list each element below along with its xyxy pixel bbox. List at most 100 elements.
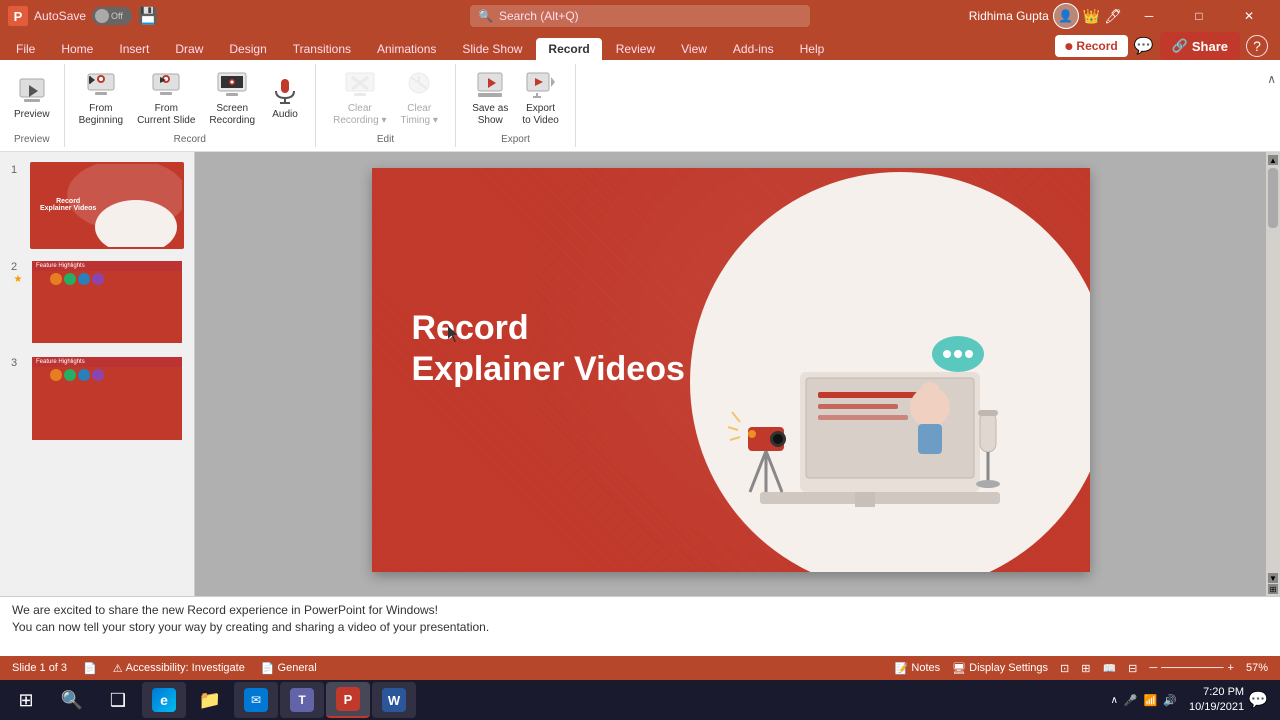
autosave-toggle[interactable]: Off <box>92 7 132 25</box>
taskbar-right: ∧ 🎤 📶 🔊 7:20 PM 10/19/2021 💬 <box>1103 685 1276 716</box>
preview-button[interactable]: Preview <box>8 71 56 125</box>
zoom-slider[interactable]: ─ ──────── + <box>1149 662 1234 674</box>
ribbon-collapse-button[interactable]: ∧ <box>1263 68 1280 90</box>
export-to-video-button[interactable]: Exportto Video <box>516 65 565 131</box>
audio-button[interactable]: Audio <box>263 71 307 125</box>
ribbon-group-preview: Preview Preview <box>0 64 65 147</box>
tab-insert[interactable]: Insert <box>107 38 161 60</box>
slide-title[interactable]: Record Explainer Videos <box>412 308 685 390</box>
notes-button[interactable]: 📝 Notes <box>895 662 940 675</box>
title-bar: P AutoSave Off 💾 🔍 Search (Alt+Q) Ridhim… <box>0 0 1280 32</box>
teams-button[interactable]: T <box>280 682 324 718</box>
ribbon-tabs: File Home Insert Draw Design Transitions… <box>0 32 1280 60</box>
taskbar-clock[interactable]: 7:20 PM 10/19/2021 <box>1189 685 1244 716</box>
slide-thumb-2[interactable]: 2 ★ Feature Highlights <box>8 257 186 348</box>
user-name: Ridhima Gupta <box>969 9 1049 23</box>
export-group-label: Export <box>501 132 530 147</box>
display-settings-button[interactable]: 🖥 Display Settings <box>952 662 1048 675</box>
screen-recording-label: ScreenRecording <box>209 103 255 127</box>
slide-thumb-3[interactable]: 3 Feature Highlights <box>8 353 186 444</box>
tab-transitions[interactable]: Transitions <box>281 38 363 60</box>
slide-star-2: ★ <box>14 274 23 285</box>
start-button[interactable]: ⊞ <box>4 682 48 718</box>
notes-section: We are excited to share the new Record e… <box>0 596 1280 656</box>
search-placeholder: Search (Alt+Q) <box>499 9 579 23</box>
comment-icon[interactable]: 💬 <box>1134 36 1154 56</box>
from-beginning-icon <box>85 69 117 101</box>
tab-review[interactable]: Review <box>604 38 667 60</box>
slide-notes-icon[interactable]: 📄 <box>83 662 97 675</box>
slide-thumb-1[interactable]: 1 RecordExplainer Videos <box>8 160 186 251</box>
tab-design[interactable]: Design <box>217 38 278 60</box>
share-button[interactable]: 🔗 Share <box>1160 32 1240 60</box>
chevron-up-icon[interactable]: ∧ <box>1111 695 1118 706</box>
slide-img-2[interactable]: Feature Highlights <box>30 259 184 346</box>
view-slide-sorter-button[interactable]: ⊞ <box>1081 662 1090 675</box>
status-bar: Slide 1 of 3 📄 ⚠ Accessibility: Investig… <box>0 656 1280 680</box>
slide-canvas[interactable]: Record Explainer Videos <box>372 168 1090 572</box>
word-button[interactable]: W <box>372 682 416 718</box>
clear-recording-button[interactable]: ClearRecording ▾ <box>327 65 392 131</box>
clear-recording-icon <box>344 69 376 101</box>
save-as-show-button[interactable]: Save asShow <box>466 65 514 131</box>
slide-title-line1: Record <box>412 308 685 349</box>
edit-group-label: Edit <box>377 132 394 147</box>
pen-icon[interactable]: 🖊 <box>1104 8 1122 25</box>
ribbon-group-edit: ClearRecording ▾ ClearTiming ▾ Edit <box>316 64 456 147</box>
tab-addins[interactable]: Add-ins <box>721 38 786 60</box>
status-bar-right: 📝 Notes 🖥 Display Settings ⊡ ⊞ 📖 ⊟ ─ ───… <box>895 662 1268 675</box>
view-presenter-button[interactable]: ⊟ <box>1128 662 1137 675</box>
save-icon[interactable]: 💾 <box>138 6 158 26</box>
autosave-label: AutoSave <box>34 9 86 23</box>
tab-record[interactable]: Record <box>536 38 601 60</box>
minimize-button[interactable]: ─ <box>1126 0 1172 32</box>
clear-timing-icon <box>403 69 435 101</box>
canvas-area[interactable]: Record Explainer Videos <box>195 152 1266 596</box>
from-beginning-button[interactable]: FromBeginning <box>73 65 129 131</box>
tab-help[interactable]: Help <box>788 38 837 60</box>
powerpoint-button[interactable]: P <box>326 682 370 718</box>
view-reading-button[interactable]: 📖 <box>1102 662 1116 675</box>
slide-title-line2: Explainer Videos <box>412 349 685 390</box>
view-normal-button[interactable]: ⊡ <box>1060 662 1069 675</box>
slide-img-1[interactable]: RecordExplainer Videos <box>30 162 184 249</box>
avatar[interactable]: 👤 <box>1053 3 1079 29</box>
record-button[interactable]: ⏺ ⏺ Record Record <box>1055 35 1127 57</box>
tab-home[interactable]: Home <box>49 38 105 60</box>
slide-num-2: 2 <box>11 259 25 273</box>
explorer-button[interactable]: 📁 <box>188 682 232 718</box>
tab-view[interactable]: View <box>669 38 719 60</box>
clear-timing-button[interactable]: ClearTiming ▾ <box>394 65 443 131</box>
notes-line-1: We are excited to share the new Record e… <box>12 603 1268 617</box>
from-beginning-label: FromBeginning <box>79 103 123 127</box>
tab-file[interactable]: File <box>4 38 47 60</box>
search-taskbar-button[interactable]: 🔍 <box>50 682 94 718</box>
volume-icon[interactable]: 🔊 <box>1163 694 1177 707</box>
edge-button[interactable]: e <box>142 682 186 718</box>
clear-timing-label: ClearTiming ▾ <box>400 103 437 127</box>
general-indicator[interactable]: 📄 General <box>261 662 317 675</box>
tab-slideshow[interactable]: Slide Show <box>450 38 534 60</box>
outlook-button[interactable]: ✉ <box>234 682 278 718</box>
tab-draw[interactable]: Draw <box>163 38 215 60</box>
app-logo: P <box>8 6 28 26</box>
tab-animations[interactable]: Animations <box>365 38 448 60</box>
accessibility-indicator[interactable]: ⚠ Accessibility: Investigate <box>113 662 245 675</box>
audio-label: Audio <box>272 109 298 121</box>
from-current-icon <box>150 69 182 101</box>
close-button[interactable]: ✕ <box>1226 0 1272 32</box>
search-bar[interactable]: 🔍 Search (Alt+Q) <box>470 5 810 27</box>
microphone-icon[interactable]: 🎤 <box>1124 694 1138 707</box>
title-bar-right: Ridhima Gupta 👤 👑 🖊 ─ □ ✕ <box>969 0 1280 32</box>
audio-icon <box>269 75 301 107</box>
crown-icon[interactable]: 👑 <box>1083 8 1100 25</box>
right-scrollbar[interactable]: ▲ ▼ ⊞ <box>1266 152 1280 596</box>
from-current-slide-button[interactable]: FromCurrent Slide <box>131 65 201 131</box>
network-icon[interactable]: 📶 <box>1144 694 1158 707</box>
screen-recording-button[interactable]: ScreenRecording <box>203 65 261 131</box>
notification-icon[interactable]: 💬 <box>1248 690 1268 710</box>
slide-img-3[interactable]: Feature Highlights <box>30 355 184 442</box>
task-view-button[interactable]: ❑ <box>96 682 140 718</box>
help-icon[interactable]: ? <box>1246 35 1268 57</box>
maximize-button[interactable]: □ <box>1176 0 1222 32</box>
